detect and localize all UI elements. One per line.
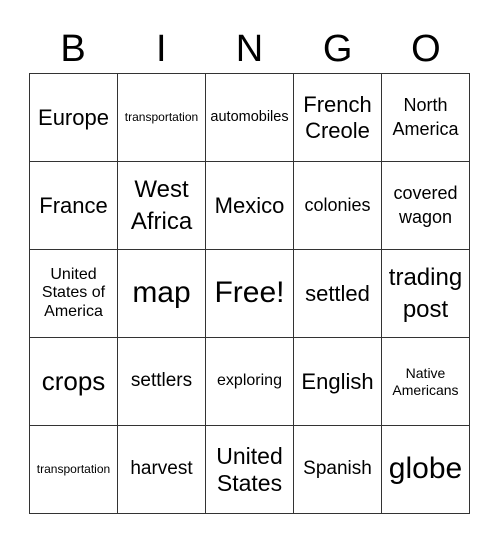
header-letter-g: G	[322, 28, 353, 70]
header-letter-i: I	[156, 28, 167, 70]
bingo-cell[interactable]: Europe	[30, 74, 118, 162]
bingo-cell[interactable]: Native Americans	[382, 338, 470, 426]
bingo-cell[interactable]: covered wagon	[382, 162, 470, 250]
bingo-cell[interactable]: United States	[206, 426, 294, 514]
header-letter-o: O	[411, 28, 441, 70]
bingo-cell[interactable]: settlers	[118, 338, 206, 426]
bingo-cell[interactable]: harvest	[118, 426, 206, 514]
header-letter-n: N	[235, 28, 264, 70]
bingo-free-cell[interactable]: Free!	[206, 250, 294, 338]
bingo-cell[interactable]: French Creole	[294, 74, 382, 162]
bingo-cell[interactable]: United States of America	[30, 250, 118, 338]
bingo-cell[interactable]: exploring	[206, 338, 294, 426]
bingo-header: B I N G O	[29, 26, 470, 72]
bingo-cell[interactable]: automobiles	[206, 74, 294, 162]
header-letter-b: B	[60, 28, 86, 70]
bingo-cell[interactable]: Spanish	[294, 426, 382, 514]
bingo-cell[interactable]: map	[118, 250, 206, 338]
bingo-cell[interactable]: English	[294, 338, 382, 426]
bingo-cell[interactable]: West Africa	[118, 162, 206, 250]
bingo-cell[interactable]: settled	[294, 250, 382, 338]
bingo-cell[interactable]: trading post	[382, 250, 470, 338]
bingo-cell[interactable]: transportation	[30, 426, 118, 514]
bingo-cell[interactable]: North America	[382, 74, 470, 162]
bingo-grid: Europe transportation automobiles French…	[29, 73, 470, 514]
bingo-cell[interactable]: colonies	[294, 162, 382, 250]
bingo-cell[interactable]: Mexico	[206, 162, 294, 250]
bingo-cell[interactable]: France	[30, 162, 118, 250]
bingo-cell[interactable]: globe	[382, 426, 470, 514]
bingo-cell[interactable]: transportation	[118, 74, 206, 162]
bingo-cell[interactable]: crops	[30, 338, 118, 426]
